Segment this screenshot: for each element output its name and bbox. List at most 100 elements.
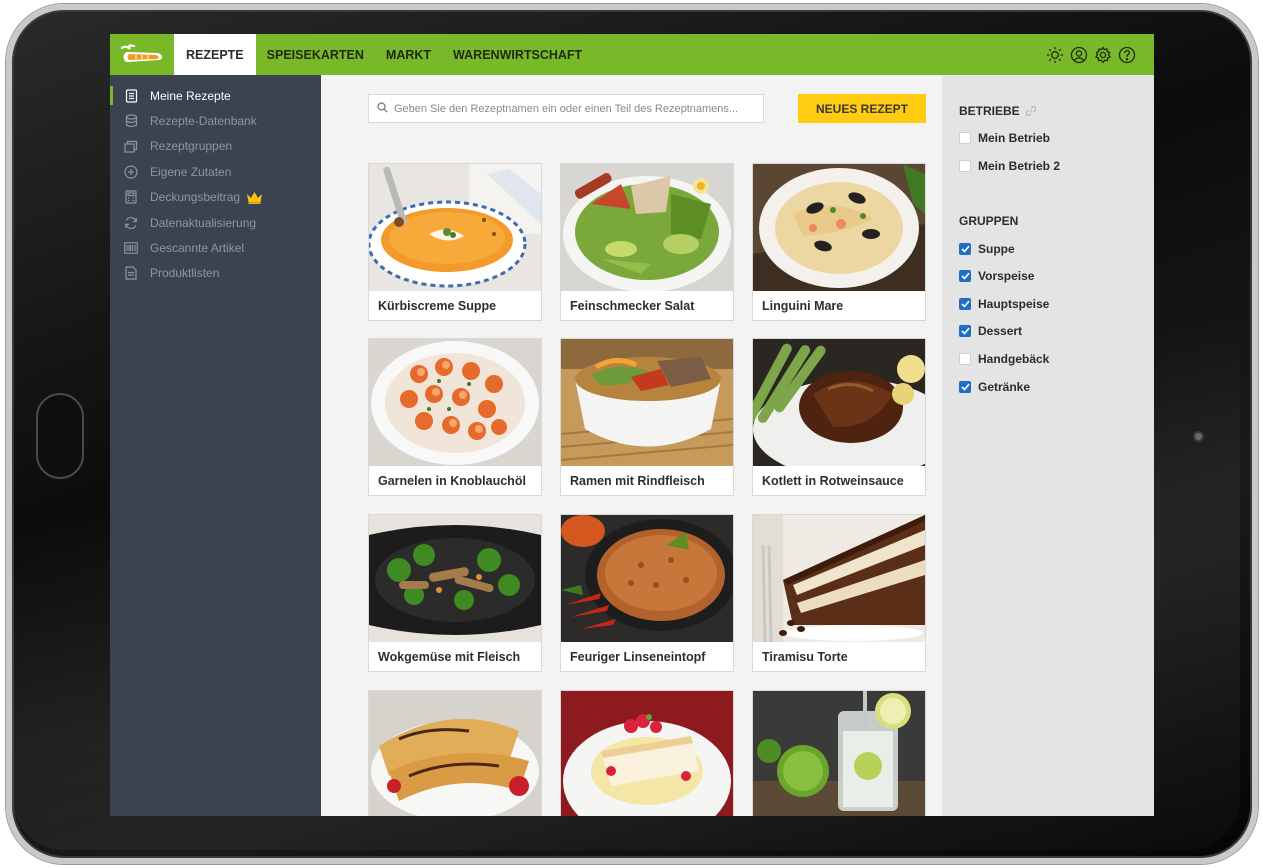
barcode-icon xyxy=(124,241,138,255)
recipe-image-wok xyxy=(369,515,541,642)
database-icon xyxy=(124,114,138,128)
checkbox-dessert[interactable]: Dessert xyxy=(959,324,1022,338)
checkbox-checked[interactable] xyxy=(959,298,971,310)
new-recipe-button[interactable]: NEUES REZEPT xyxy=(798,94,926,123)
sidebar-item-label: Meine Rezepte xyxy=(150,88,231,103)
checkbox-getraenke[interactable]: Getränke xyxy=(959,380,1030,394)
recipe-image-pumpkin-soup xyxy=(369,164,541,291)
search-input[interactable] xyxy=(394,102,763,115)
recipe-card[interactable]: Garnelen in Knoblauchöl xyxy=(368,338,542,496)
checkbox-label: Hauptspeise xyxy=(978,297,1050,311)
recipes-main: NEUES REZEPT xyxy=(321,75,942,816)
checkbox-unchecked[interactable] xyxy=(959,160,971,172)
recipe-card[interactable] xyxy=(752,690,926,816)
checkbox-handgebaeck[interactable]: Handgebäck xyxy=(959,352,1049,366)
sun-icon[interactable] xyxy=(1046,46,1064,64)
recipe-title: Garnelen in Knoblauchöl xyxy=(378,474,526,488)
recipe-title: Linguini Mare xyxy=(762,299,844,313)
search-icon xyxy=(377,100,388,118)
help-icon[interactable] xyxy=(1118,46,1136,64)
carrot-logo-icon[interactable] xyxy=(110,34,174,75)
recipe-image-ramen xyxy=(561,339,733,466)
recipe-card[interactable]: Feuriger Linseneintopf xyxy=(560,514,734,672)
checkbox-checked[interactable] xyxy=(959,325,971,337)
checkbox-label: Getränke xyxy=(978,380,1031,394)
recipe-title: Wokgemüse mit Fleisch xyxy=(378,650,521,664)
checkbox-label: Handgebäck xyxy=(978,352,1050,366)
tab-speisekarten[interactable]: SPEISEKARTEN xyxy=(256,34,375,75)
camera xyxy=(1193,431,1204,442)
sidebar-item-gescannte-artikel[interactable]: Gescannte Artikel xyxy=(110,235,321,260)
recipe-image-cutlet xyxy=(753,339,925,466)
checkbox-unchecked[interactable] xyxy=(959,353,971,365)
recipe-card[interactable]: Feinschmecker Salat xyxy=(560,163,734,321)
sidebar-item-datenaktualisierung[interactable]: Datenaktualisierung xyxy=(110,210,321,235)
user-icon[interactable] xyxy=(1070,46,1088,64)
checkbox-mein-betrieb[interactable]: Mein Betrieb xyxy=(959,131,1050,145)
home-button[interactable] xyxy=(36,393,84,479)
recipe-card[interactable]: Linguini Mare xyxy=(752,163,926,321)
recipe-image-strudel xyxy=(561,691,733,816)
checkbox-vorspeise[interactable]: Vorspeise xyxy=(959,269,1034,283)
recipe-card[interactable]: Wokgemüse mit Fleisch xyxy=(368,514,542,672)
recipe-image-crepes xyxy=(369,691,541,816)
sidebar-item-rezeptgruppen[interactable]: Rezeptgruppen xyxy=(110,134,321,159)
checkbox-label: Vorspeise xyxy=(978,269,1035,283)
calculator-icon xyxy=(124,190,138,204)
recipe-card[interactable]: Tiramisu Torte xyxy=(752,514,926,672)
sidebar-item-eigene-zutaten[interactable]: Eigene Zutaten xyxy=(110,159,321,184)
search-box[interactable] xyxy=(368,94,764,123)
recipe-card[interactable] xyxy=(560,690,734,816)
checkbox-suppe[interactable]: Suppe xyxy=(959,242,1015,256)
sidebar-item-label: Eigene Zutaten xyxy=(150,164,232,179)
tab-rezepte[interactable]: REZEPTE xyxy=(174,34,256,75)
recipe-title: Kotlett in Rotweinsauce xyxy=(762,474,904,488)
betriebe-heading-label: BETRIEBE xyxy=(959,104,1020,118)
checkbox-mein-betrieb-2[interactable]: Mein Betrieb 2 xyxy=(959,159,1060,173)
checkbox-label: Mein Betrieb 2 xyxy=(978,159,1061,173)
list-document-icon xyxy=(124,266,138,281)
recipe-card[interactable]: Kürbiscreme Suppe xyxy=(368,163,542,321)
sidebar-item-deckungsbeitrag[interactable]: Deckungsbeitrag xyxy=(110,185,321,210)
checkbox-checked[interactable] xyxy=(959,270,971,282)
recipe-title: Tiramisu Torte xyxy=(762,650,848,664)
recipe-image-shrimp xyxy=(369,339,541,466)
checkbox-label: Mein Betrieb xyxy=(978,131,1051,145)
recipe-image-linguini xyxy=(753,164,925,291)
checkbox-label: Suppe xyxy=(978,242,1015,256)
app-screen: REZEPTE SPEISEKARTEN MARKT WARENWIRTSCHA… xyxy=(110,34,1154,816)
tab-warenwirtschaft[interactable]: WARENWIRTSCHAFT xyxy=(442,34,593,75)
sidebar: Meine Rezepte Rezepte-Datenbank Rezeptgr… xyxy=(110,75,321,816)
gruppen-heading: GRUPPEN xyxy=(959,214,1019,228)
recipe-image-tiramisu xyxy=(753,515,925,642)
recipe-image-salad xyxy=(561,164,733,291)
recipe-card[interactable]: Kotlett in Rotweinsauce xyxy=(752,338,926,496)
sidebar-item-label: Rezeptgruppen xyxy=(150,139,233,154)
sidebar-item-label: Deckungsbeitrag xyxy=(150,190,241,205)
refresh-icon xyxy=(124,216,138,230)
recipe-card[interactable]: Ramen mit Rindfleisch xyxy=(560,338,734,496)
gear-icon[interactable] xyxy=(1094,45,1112,64)
plus-circle-icon xyxy=(124,165,138,179)
document-icon xyxy=(124,89,138,103)
link-icon[interactable] xyxy=(1025,106,1036,116)
checkbox-hauptspeise[interactable]: Hauptspeise xyxy=(959,297,1049,311)
checkbox-unchecked[interactable] xyxy=(959,132,971,144)
sidebar-item-label: Rezepte-Datenbank xyxy=(150,114,257,129)
betriebe-heading: BETRIEBE xyxy=(959,104,1036,118)
checkbox-checked[interactable] xyxy=(959,381,971,393)
sidebar-item-meine-rezepte[interactable]: Meine Rezepte xyxy=(110,83,321,108)
recipe-card[interactable] xyxy=(368,690,542,816)
filter-panel: BETRIEBE Mein Betrieb Mein Betrieb 2 GRU… xyxy=(942,75,1154,816)
checkbox-label: Dessert xyxy=(978,324,1023,338)
tab-markt[interactable]: MARKT xyxy=(375,34,442,75)
recipe-image-lentil-stew xyxy=(561,515,733,642)
checkbox-checked[interactable] xyxy=(959,243,971,255)
sidebar-item-produktlisten[interactable]: Produktlisten xyxy=(110,261,321,286)
top-navigation: REZEPTE SPEISEKARTEN MARKT WARENWIRTSCHA… xyxy=(110,34,1154,75)
folders-icon xyxy=(124,139,138,153)
recipe-title: Feinschmecker Salat xyxy=(570,299,695,313)
recipe-title: Kürbiscreme Suppe xyxy=(378,299,497,313)
crown-icon xyxy=(246,191,263,204)
sidebar-item-rezepte-datenbank[interactable]: Rezepte-Datenbank xyxy=(110,108,321,133)
